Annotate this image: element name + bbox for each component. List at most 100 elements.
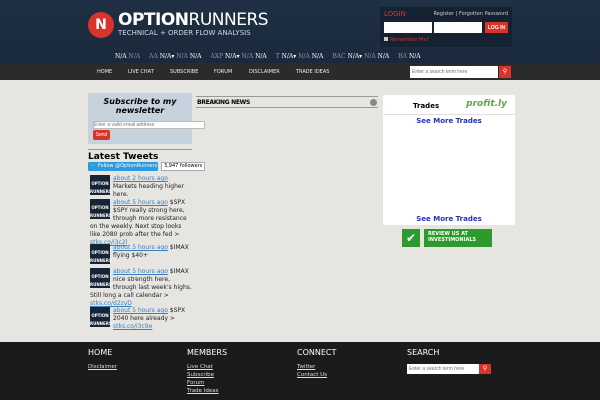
footer-search-title: SEARCH <box>407 348 440 357</box>
footer-search-input[interactable] <box>407 364 479 374</box>
ticker-value: N/A <box>408 53 421 60</box>
search-button[interactable]: ⚲ <box>499 66 511 78</box>
ticker-value: N/A▾ <box>159 53 175 60</box>
ticker-symbol: AA <box>149 53 158 60</box>
checkmark-icon: ✔ <box>402 229 420 247</box>
review-badge[interactable]: ✔ REVIEW US AT INVESTIMONIALS <box>402 229 492 247</box>
footer-link-subscribe[interactable]: Subscribe <box>187 371 227 379</box>
tweet-item: OPTION RUNNERS about 5 hours ago $SPX $SP… <box>90 199 192 247</box>
divider <box>88 149 192 150</box>
ticker-value: N/A <box>377 53 390 60</box>
send-button[interactable]: Send <box>93 130 110 140</box>
nav-subscribe[interactable]: SUBSCRIBE <box>170 69 198 75</box>
password-input[interactable] <box>434 22 482 33</box>
review-text: REVIEW US AT INVESTIMONIALS <box>424 229 492 247</box>
forgot-password-link[interactable]: Forgotten Password <box>459 11 508 17</box>
breaking-news-title: BREAKING NEWS <box>197 99 251 106</box>
tweets-title: Latest Tweets <box>88 152 159 162</box>
see-more-trades-link-bottom[interactable]: See More Trades <box>383 215 515 223</box>
newsletter-title: Subscribe to my newsletter <box>103 97 177 115</box>
ticker-value: N/A <box>298 53 310 60</box>
ticker-value: N/A <box>176 53 188 60</box>
nav-home[interactable]: HOME <box>97 69 112 75</box>
footer-search-button[interactable]: ⚲ <box>479 364 491 374</box>
ticker-symbol: BA <box>398 53 408 60</box>
ticker-value: N/A <box>115 53 127 60</box>
tweet-time-link[interactable]: about 2 hours ago <box>113 175 168 182</box>
avatar: OPTION RUNNERS <box>90 175 112 195</box>
footer-connect-title: CONNECT <box>297 348 337 357</box>
register-link[interactable]: Register <box>433 11 454 17</box>
avatar: OPTION RUNNERS <box>90 244 112 264</box>
ticker-symbol: T <box>275 53 280 60</box>
tweet-item: OPTION RUNNERS about 5 hours ago $SPX 204… <box>90 307 192 331</box>
nav-disclaimer[interactable]: DISCLAIMER <box>249 69 280 75</box>
footer-link-trade-ideas[interactable]: Trade Ideas <box>187 387 227 395</box>
search-input[interactable] <box>410 66 498 78</box>
login-button[interactable]: LOG IN <box>485 22 508 33</box>
logo[interactable]: N OPTIONRUNNERS TECHNICAL + ORDER FLOW A… <box>88 10 269 38</box>
follow-button[interactable]: 🐦 Follow @OptionRunners <box>88 162 158 171</box>
ticker-item: AA N/A▾ N/A N/A <box>149 53 201 60</box>
ticker-value: N/A <box>255 53 267 60</box>
header: N OPTIONRUNNERS TECHNICAL + ORDER FLOW A… <box>0 0 600 63</box>
follow-label: Follow @OptionRunners <box>97 163 158 169</box>
nav-forum[interactable]: FORUM <box>214 69 232 75</box>
ticker-value: N/A <box>241 53 254 60</box>
avatar: OPTION RUNNERS <box>90 268 112 288</box>
brand-bold: OPTION <box>118 10 189 30</box>
newsletter-box: Subscribe to my newsletter Send <box>88 93 205 144</box>
ticker-symbol: AXP <box>210 53 224 60</box>
remember-checkbox[interactable] <box>384 37 388 41</box>
tweet-text: Markets heading higher here. <box>113 183 185 198</box>
separator: | <box>455 11 458 17</box>
tweet-time-link[interactable]: about 5 hours ago <box>113 199 168 206</box>
ticker-value: N/A <box>311 53 324 60</box>
tweet-time-link[interactable]: about 5 hours ago <box>113 268 168 275</box>
avatar: OPTION RUNNERS <box>90 307 112 327</box>
breaking-news-bar: BREAKING NEWS <box>196 96 378 108</box>
ticker-item: AXP N/A▾ N/A N/A <box>210 53 266 60</box>
footer-home-title: HOME <box>88 348 113 357</box>
login-title: LOGIN <box>384 10 406 18</box>
ticker-item: T N/A▾ N/A N/A <box>276 53 324 60</box>
ticker-item: BAC N/A▾ N/A N/A <box>332 53 389 60</box>
tagline: TECHNICAL + ORDER FLOW ANALYSIS <box>118 29 251 37</box>
tweet-time-link[interactable]: about 5 hours ago <box>113 307 168 314</box>
footer: HOME Disclaimer MEMBERS Live Chat Subscri… <box>0 342 600 400</box>
tweet-item: OPTION RUNNERS about 5 hours ago $IMAX ni… <box>90 268 192 308</box>
stock-ticker: N/A N/A AA N/A▾ N/A N/A AXP N/A▾ N/A N/A… <box>115 53 421 60</box>
ticker-value: N/A <box>364 53 376 60</box>
footer-link-forum[interactable]: Forum <box>187 379 227 387</box>
magnifier-icon: ⚲ <box>502 68 508 75</box>
see-more-trades-link[interactable]: See More Trades <box>383 117 515 125</box>
ticker-item: N/A N/A <box>115 53 140 60</box>
footer-members-title: MEMBERS <box>187 348 228 357</box>
ticker-value: N/A <box>128 53 141 60</box>
ticker-value: N/A <box>189 53 202 60</box>
footer-link-contact[interactable]: Contact Us <box>297 371 336 379</box>
close-icon[interactable] <box>370 99 377 106</box>
ticker-value: N/A▾ <box>281 53 297 60</box>
trades-widget: Trades profit.ly See More Trades See Mor… <box>383 95 515 225</box>
footer-link-twitter[interactable]: Twitter <box>297 363 336 371</box>
tweet-link[interactable]: stks.co/d2zyD <box>90 300 132 307</box>
logo-icon: N <box>88 12 114 38</box>
brand-light: RUNNERS <box>188 10 269 30</box>
email-input[interactable] <box>93 121 205 129</box>
profitly-logo[interactable]: profit.ly <box>466 99 507 109</box>
tweet-item: OPTION RUNNERS about 2 hours ago Markets … <box>90 175 192 199</box>
footer-link-live-chat[interactable]: Live Chat <box>187 363 227 371</box>
nav-trade-ideas[interactable]: TRADE IDEAS <box>296 69 329 75</box>
username-input[interactable] <box>384 22 432 33</box>
nav-live-chat[interactable]: LIVE CHAT <box>128 69 154 75</box>
followers-count: 3,947 followers <box>161 162 206 171</box>
tweet-time-link[interactable]: about 5 hours ago <box>113 244 168 251</box>
ticker-value: N/A▾ <box>347 53 363 60</box>
footer-link-disclaimer[interactable]: Disclaimer <box>88 363 117 371</box>
avatar: OPTION RUNNERS <box>90 199 112 219</box>
tweet-item: OPTION RUNNERS about 5 hours ago $IMAX fl… <box>90 244 192 264</box>
tweet-link[interactable]: stks.co/i3c9e <box>113 323 152 330</box>
remember-label: Remember Me? <box>390 37 430 43</box>
ticker-symbol: BAC <box>332 53 346 60</box>
